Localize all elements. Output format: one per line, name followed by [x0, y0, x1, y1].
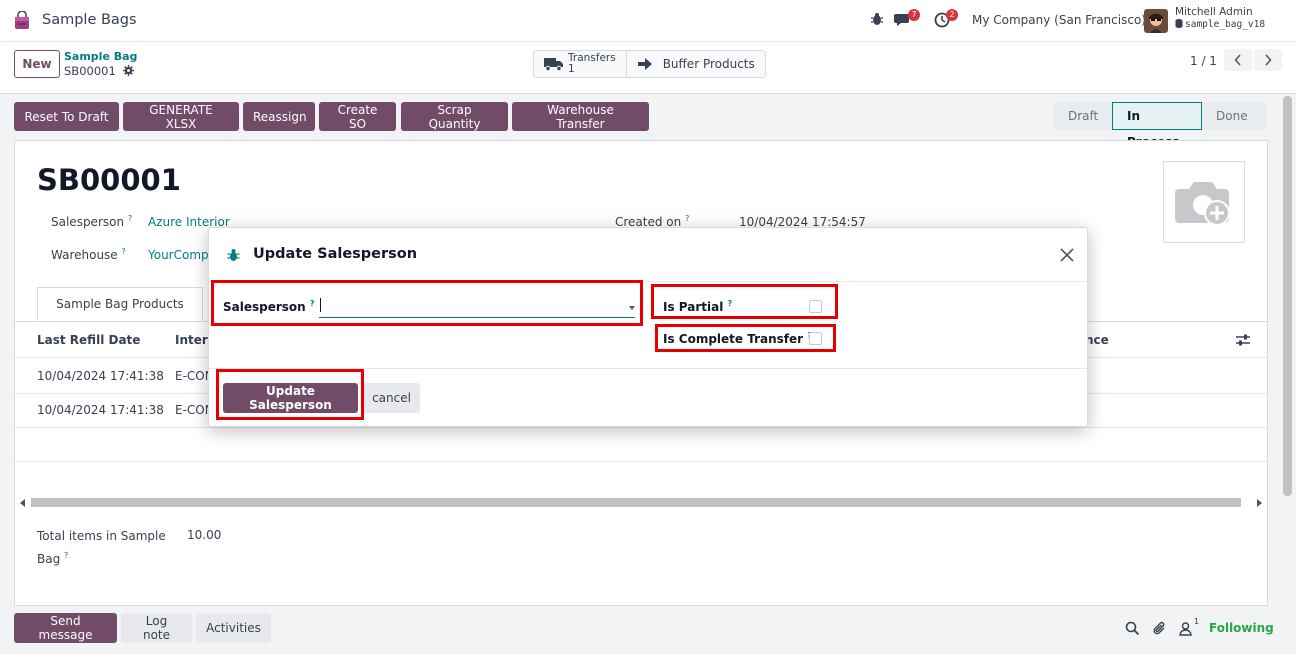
is-partial-help-icon[interactable]: ? — [728, 299, 733, 308]
is-complete-transfer-label: Is Complete Transfer ? — [663, 331, 812, 346]
salesperson-input[interactable] — [319, 296, 635, 318]
chevron-down-icon[interactable] — [629, 306, 635, 310]
is-complete-transfer-label-text: Is Complete Transfer — [663, 332, 804, 346]
text-cursor — [320, 298, 321, 312]
modal-salesperson-help-icon[interactable]: ? — [310, 299, 315, 308]
is-partial-checkbox[interactable] — [809, 300, 822, 313]
is-partial-label-text: Is Partial — [663, 300, 724, 314]
modal-footer-divider — [209, 368, 1087, 369]
cancel-button[interactable]: cancel — [363, 383, 420, 413]
debug-bug-icon[interactable] — [227, 248, 240, 262]
modal-salesperson-label-text: Salesperson — [223, 300, 306, 314]
close-icon[interactable] — [1059, 247, 1075, 263]
modal-header: Update Salesperson — [209, 228, 1087, 282]
update-salesperson-dialog: Update Salesperson Salesperson ? Is Part… — [208, 227, 1088, 427]
is-complete-transfer-checkbox[interactable] — [809, 332, 822, 345]
update-salesperson-button[interactable]: Update Salesperson — [223, 383, 358, 413]
is-partial-label: Is Partial ? — [663, 299, 732, 314]
modal-title: Update Salesperson — [253, 246, 418, 262]
modal-salesperson-label: Salesperson ? — [223, 299, 315, 314]
